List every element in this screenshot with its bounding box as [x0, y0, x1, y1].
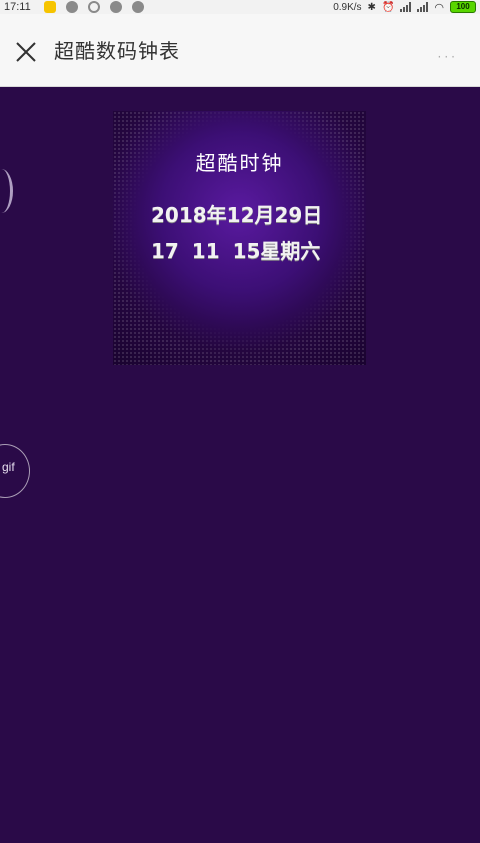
circle-icon	[66, 1, 78, 13]
more-button[interactable]: ···	[438, 50, 458, 64]
close-icon	[16, 42, 36, 62]
clock-date: 2018年12月29日	[151, 203, 323, 227]
app-icon	[44, 1, 56, 13]
signal-icon	[417, 2, 429, 12]
status-bar: 17:11 0.9K/s ✱ ⏰ ◠ 100	[0, 0, 480, 14]
gif-label: gif	[2, 460, 15, 474]
circle-icon	[132, 1, 144, 13]
bluetooth-icon: ✱	[367, 1, 376, 13]
wifi-icon: ◠	[434, 1, 444, 14]
clock-image: 超酷时钟 2018年12月29日 17 11 15星期六	[113, 111, 366, 365]
status-right: 0.9K/s ✱ ⏰ ◠ 100	[333, 0, 476, 14]
status-time: 17:11	[4, 1, 31, 13]
side-handle[interactable]	[0, 169, 13, 213]
search-icon	[88, 1, 100, 13]
gif-badge[interactable]: gif	[0, 444, 30, 498]
clock-time: 17 11 15星期六	[151, 239, 321, 263]
battery-icon: 100	[450, 1, 476, 13]
notification-icons	[44, 1, 144, 13]
blocked-icon	[110, 1, 122, 13]
content-area: 超酷时钟 2018年12月29日 17 11 15星期六 gif	[0, 87, 480, 843]
alarm-icon: ⏰	[381, 1, 395, 13]
net-speed: 0.9K/s	[333, 1, 362, 13]
close-button[interactable]	[14, 40, 38, 64]
signal-icon	[400, 2, 412, 12]
page-title: 超酷数码钟表	[54, 39, 180, 63]
clock-title: 超酷时钟	[195, 151, 284, 175]
app-header: 超酷数码钟表 ···	[0, 14, 480, 87]
